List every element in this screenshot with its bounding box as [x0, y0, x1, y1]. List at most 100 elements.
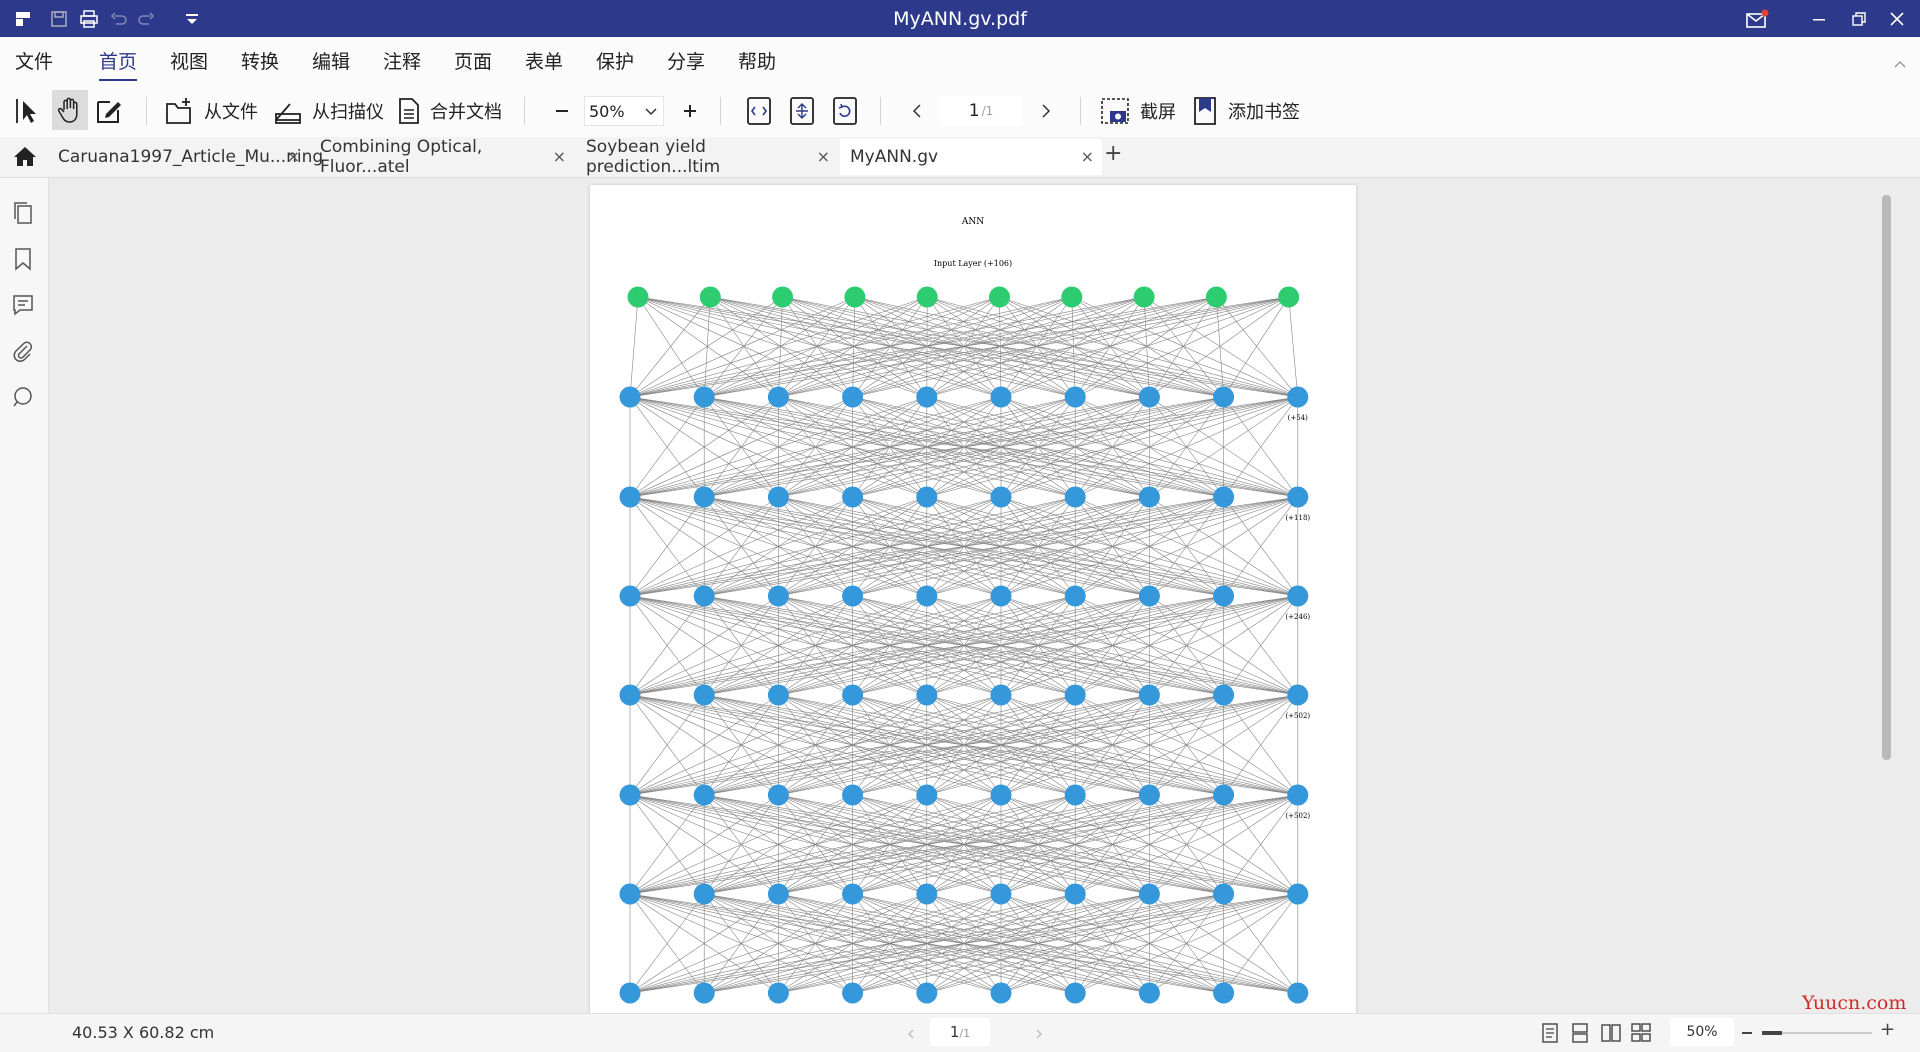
vertical-scrollbar[interactable] — [1882, 195, 1891, 760]
new-tab-icon[interactable]: + — [1104, 141, 1122, 166]
hidden-node — [1139, 785, 1160, 806]
from-scanner-label: 从扫描仪 — [312, 98, 384, 124]
bookmark-icon — [1190, 96, 1220, 126]
hidden-node — [768, 884, 789, 905]
select-tool-button[interactable] — [14, 93, 42, 129]
menu-form[interactable]: 表单 — [525, 47, 563, 74]
hidden-node — [694, 685, 715, 706]
hidden-node — [1065, 983, 1086, 1004]
menu-home[interactable]: 首页 — [99, 47, 137, 74]
menu-share[interactable]: 分享 — [667, 47, 705, 74]
add-bookmark-button[interactable]: 添加书签 — [1190, 93, 1300, 129]
continuous-view-icon[interactable] — [1570, 1022, 1590, 1048]
zoom-select[interactable]: 50% — [584, 96, 664, 126]
document-tab-active[interactable]: MyANN.gv × — [840, 139, 1102, 175]
hidden-node — [842, 387, 863, 408]
menu-page[interactable]: 页面 — [454, 47, 492, 74]
hidden-node — [991, 387, 1012, 408]
hidden-node — [1213, 884, 1234, 905]
hidden-node — [1065, 884, 1086, 905]
two-page-view-icon[interactable] — [1600, 1022, 1622, 1048]
hidden-node — [1287, 884, 1308, 905]
fit-width-button[interactable] — [746, 93, 772, 129]
layer-count-label: (+502) — [1285, 712, 1310, 720]
menu-convert[interactable]: 转换 — [241, 47, 279, 74]
menu-view[interactable]: 视图 — [170, 47, 208, 74]
fit-page-icon — [789, 96, 815, 126]
bookmarks-panel-icon[interactable] — [10, 246, 36, 272]
zoom-slider-fill — [1762, 1031, 1782, 1035]
title-bar: MyANN.gv.pdf — [0, 0, 1920, 37]
next-page-button[interactable] — [1037, 93, 1055, 129]
layer-count-label: (+502) — [1285, 812, 1310, 820]
home-icon[interactable] — [12, 145, 38, 171]
from-file-label: 从文件 — [204, 98, 258, 124]
menu-edit[interactable]: 编辑 — [312, 47, 350, 74]
menu-bar: 文件 首页 视图 转换 编辑 注释 页面 表单 保护 分享 帮助 — [0, 37, 1920, 85]
status-next-page-icon[interactable] — [1035, 1025, 1043, 1044]
search-panel-icon[interactable] — [10, 384, 36, 410]
merge-docs-label: 合并文档 — [430, 98, 502, 124]
toolbar: 从文件 从扫描仪 合并文档 50% 1 /1 截屏 — [0, 85, 1920, 137]
tab-close-icon[interactable]: × — [287, 147, 300, 166]
attachment-icon[interactable] — [10, 338, 36, 364]
status-zoom-in-icon[interactable]: + — [1880, 1019, 1895, 1040]
status-zoom-value[interactable]: 50% — [1670, 1018, 1734, 1046]
menu-protect[interactable]: 保护 — [596, 47, 634, 74]
fit-page-button[interactable] — [789, 93, 815, 129]
hand-tool-button[interactable] — [52, 90, 88, 130]
tab-close-icon[interactable]: × — [817, 147, 830, 166]
status-page-input[interactable]: 1/1 — [930, 1018, 990, 1046]
menu-file[interactable]: 文件 — [15, 47, 53, 74]
thumbnails-icon[interactable] — [10, 200, 36, 226]
grid-view-icon[interactable] — [1630, 1022, 1652, 1048]
hidden-node — [916, 884, 937, 905]
document-tab[interactable]: Soybean yield prediction...ltim × — [576, 139, 838, 175]
close-icon[interactable] — [1884, 6, 1910, 32]
zoom-out-button[interactable] — [551, 93, 573, 129]
hidden-node — [1287, 586, 1308, 607]
status-prev-page-icon[interactable] — [907, 1025, 915, 1044]
hidden-node — [1139, 884, 1160, 905]
page-total: /1 — [982, 104, 994, 118]
input-node — [844, 287, 865, 308]
hidden-node — [842, 586, 863, 607]
input-node — [917, 287, 938, 308]
hidden-node — [1065, 785, 1086, 806]
document-tab[interactable]: Caruana1997_Article_Mu...ning × — [48, 139, 308, 175]
restore-icon[interactable] — [1846, 6, 1872, 32]
screenshot-button[interactable]: 截屏 — [1100, 93, 1176, 129]
hidden-node — [1287, 685, 1308, 706]
hidden-node — [842, 785, 863, 806]
hidden-node — [1213, 785, 1234, 806]
input-node — [989, 287, 1010, 308]
collapse-ribbon-icon[interactable] — [1893, 54, 1907, 73]
comments-panel-icon[interactable] — [10, 292, 36, 318]
prev-page-button[interactable] — [908, 93, 926, 129]
input-node — [1134, 287, 1155, 308]
edit-tool-button[interactable] — [94, 93, 124, 129]
rotate-button[interactable] — [832, 93, 858, 129]
mail-icon[interactable] — [1744, 6, 1770, 32]
hidden-node — [620, 983, 641, 1004]
hidden-node — [991, 785, 1012, 806]
tab-close-icon[interactable]: × — [1081, 147, 1094, 166]
scanner-icon — [272, 96, 304, 126]
from-file-button[interactable]: 从文件 — [164, 93, 258, 129]
merge-docs-button[interactable]: 合并文档 — [396, 93, 502, 129]
single-page-view-icon[interactable] — [1540, 1022, 1560, 1048]
hidden-node — [1213, 586, 1234, 607]
menu-help[interactable]: 帮助 — [738, 47, 776, 74]
tab-close-icon[interactable]: × — [553, 147, 566, 166]
tab-label: MyANN.gv — [850, 147, 938, 167]
from-scanner-button[interactable]: 从扫描仪 — [272, 93, 384, 129]
document-viewport[interactable]: ANN Input Layer (+106) (+54)(+118)(+246)… — [49, 178, 1879, 1013]
hand-icon — [57, 96, 83, 124]
status-zoom-out-icon[interactable] — [1742, 1032, 1752, 1034]
menu-comment[interactable]: 注释 — [383, 47, 421, 74]
page-number-input[interactable]: 1 /1 — [940, 96, 1022, 126]
document-tab[interactable]: Combining Optical, Fluor...atel × — [310, 139, 574, 175]
zoom-slider-track[interactable] — [1762, 1032, 1872, 1034]
minimize-icon[interactable] — [1806, 6, 1832, 32]
zoom-in-button[interactable] — [679, 93, 701, 129]
